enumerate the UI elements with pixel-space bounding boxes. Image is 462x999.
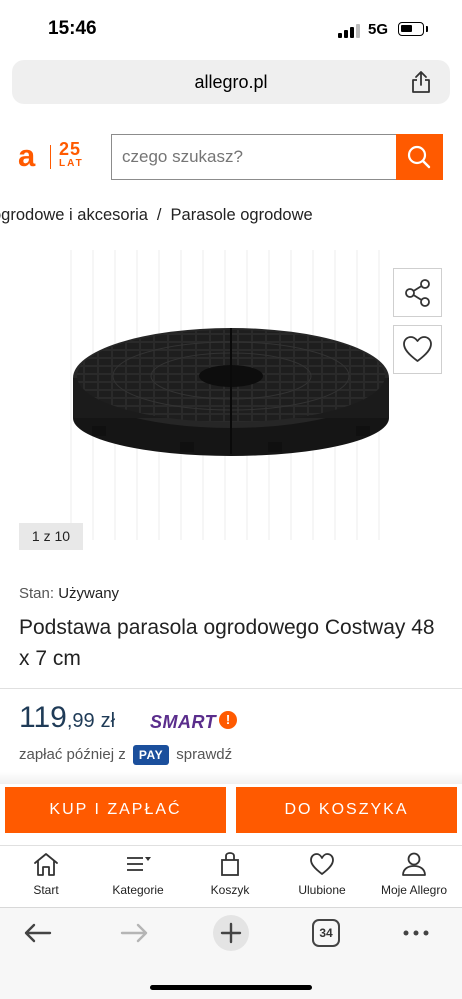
forward-icon[interactable] [116,915,152,951]
tab-cart[interactable]: Koszyk [184,851,276,897]
signal-icon [338,24,360,38]
logo-separator [50,145,51,169]
gallery-counter: 1 z 10 [19,523,83,550]
tab-label: Kategorie [112,883,164,897]
bag-icon [221,852,239,876]
breadcrumb: ogrodowe i akcesoria / Parasole ogrodowe [0,203,462,231]
divider [0,688,462,689]
price-integer: 119 [19,701,67,734]
condition-value: Używany [58,585,120,602]
tab-label: Ulubione [298,883,346,897]
smart-badge[interactable]: SMART [150,712,216,733]
tab-favorites[interactable]: Ulubione [276,851,368,897]
tabs-count[interactable]: 34 [312,919,340,947]
home-icon [34,853,58,876]
heart-icon [403,336,432,362]
status-time: 15:46 [48,18,97,39]
battery-tip [426,26,428,32]
tab-label: Moje Allegro [380,883,448,897]
address-url[interactable]: allegro.pl [0,72,462,93]
tab-label: Start [33,883,59,897]
allegro-logo[interactable]: a [18,140,35,171]
breadcrumb-separator: / [156,206,162,224]
network-type: 5G [368,21,389,38]
divider [0,845,462,846]
share-icon[interactable] [410,70,432,94]
more-icon[interactable] [398,915,434,951]
pay-later-link[interactable]: sprawdź [176,746,232,763]
actions-shadow [0,772,462,784]
add-to-cart-button[interactable]: DO KOSZYKA [236,787,457,833]
price-decimal: ,99 [66,710,95,732]
heart-icon [310,853,334,875]
menu-icon [127,857,151,871]
logo-years: 25 [59,139,82,159]
breadcrumb-item[interactable]: ogrodowe i akcesoria [0,206,148,224]
share-product-button[interactable] [393,268,442,317]
search-button[interactable] [396,134,443,180]
buy-now-button[interactable]: KUP I ZAPŁAĆ [5,787,226,833]
breadcrumb-item[interactable]: Parasole ogrodowe [171,206,313,224]
pay-later-text: zapłać później z [19,745,126,763]
condition: Stan: Używany [19,585,119,602]
home-indicator[interactable] [150,985,312,990]
new-tab-icon[interactable] [208,915,254,951]
condition-label: Stan: [19,585,55,602]
battery-icon [398,22,424,36]
product-title: Podstawa parasola ogrodowego Costway 48 … [19,616,435,670]
logo-years-label: LAT [59,158,84,169]
product-image[interactable] [70,318,392,460]
price-currency: zł [100,710,116,732]
user-icon [402,852,426,876]
smart-info-icon[interactable]: ! [219,711,237,729]
tab-categories[interactable]: Kategorie [92,851,184,897]
back-icon[interactable] [20,915,56,951]
tab-start[interactable]: Start [0,851,92,897]
pay-badge: PAY [132,745,170,765]
tab-label: Koszyk [210,883,250,897]
share-icon [405,279,430,307]
pay-later: zapłać później z PAY sprawdź [19,745,232,765]
favorite-button[interactable] [393,325,442,374]
tab-my-allegro[interactable]: Moje Allegro [368,851,460,897]
price: 119,99 zł [19,701,115,735]
search-placeholder: czego szukasz? [122,147,243,166]
search-icon [407,145,431,169]
